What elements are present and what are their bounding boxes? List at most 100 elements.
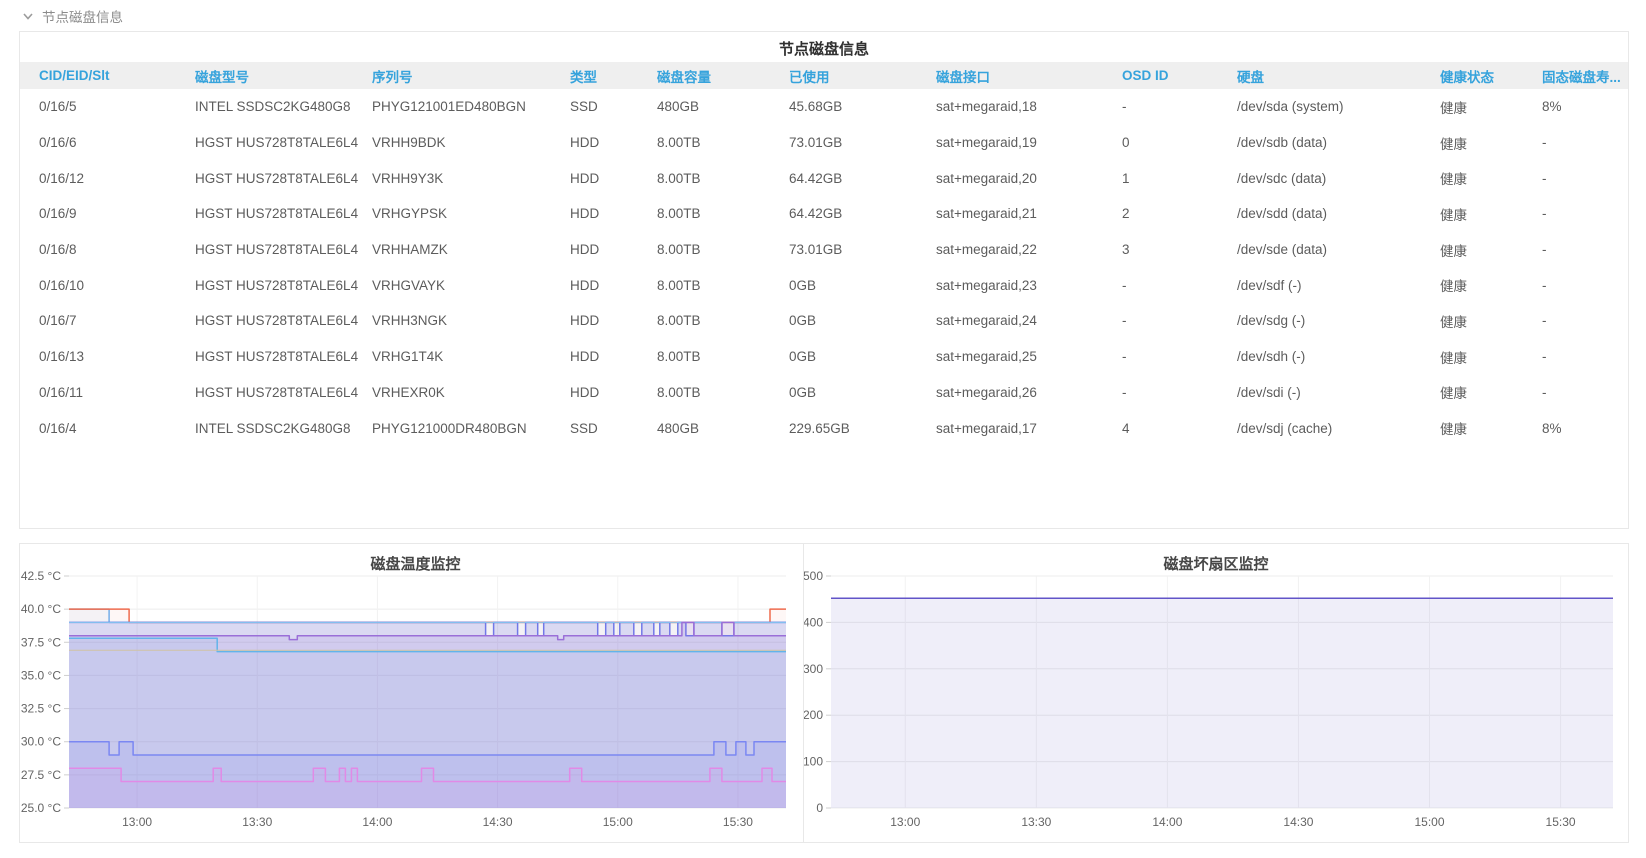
column-header-2: 序列号 (372, 62, 570, 89)
cell: VRHH3NGK (372, 313, 448, 329)
page: 节点磁盘信息 节点磁盘信息 CID/EID/Slt 磁盘型号 序列号 类型 磁盘容量 已使… (0, 0, 1646, 858)
cell: 0/16/8 (39, 242, 77, 258)
svg-text:14:30: 14:30 (1283, 815, 1313, 829)
cell: 8.00TB (657, 277, 701, 293)
column-header-1: 磁盘型号 (195, 62, 372, 89)
table-row: 0/16/11 HGST HUS728T8TALE6L4 VRHEXR0K HDD 8.… (20, 375, 1628, 411)
svg-text:13:00: 13:00 (890, 815, 920, 829)
cell: 健康 (1440, 279, 1467, 295)
column-header-8: 硬盘 (1237, 62, 1440, 89)
cell: HGST HUS728T8TALE6L4 (195, 242, 359, 258)
svg-text:400: 400 (804, 615, 823, 629)
disk-info-panel: 节点磁盘信息 CID/EID/Slt 磁盘型号 序列号 类型 磁盘容量 已使用 磁盘接口 OS… (19, 31, 1629, 529)
svg-text:15:30: 15:30 (723, 815, 753, 829)
cell: HGST HUS728T8TALE6L4 (195, 206, 359, 222)
cell: 73.01GB (789, 135, 843, 151)
cell: /dev/sdj (cache) (1237, 420, 1333, 436)
cell: VRHH9Y3K (372, 170, 444, 186)
cell: 0/16/7 (39, 313, 77, 329)
column-header-7: OSD ID (1122, 62, 1237, 89)
cell: 健康 (1440, 243, 1467, 259)
cell: - (1122, 384, 1127, 400)
svg-text:14:00: 14:00 (362, 815, 392, 829)
svg-text:25.0 °C: 25.0 °C (21, 801, 61, 815)
svg-text:32.5 °C: 32.5 °C (21, 702, 61, 716)
cell: HDD (570, 277, 600, 293)
cell: - (1542, 242, 1547, 258)
cell: sat+megaraid,22 (936, 242, 1037, 258)
cell: SSD (570, 99, 598, 115)
cell: sat+megaraid,19 (936, 135, 1037, 151)
cell: 64.42GB (789, 206, 843, 222)
cell: 0 (1122, 135, 1130, 151)
cell: sat+megaraid,23 (936, 277, 1037, 293)
table-row: 0/16/5 INTEL SSDSC2KG480G8 PHYG121001ED480… (20, 89, 1628, 125)
section-title[interactable]: 节点磁盘信息 (42, 6, 123, 26)
cell: 8.00TB (657, 384, 701, 400)
table-row: 0/16/4 INTEL SSDSC2KG480G8 PHYG121000DR480… (20, 410, 1628, 446)
cell: 64.42GB (789, 170, 843, 186)
cell: 8% (1542, 420, 1562, 436)
cell: 480GB (657, 420, 700, 436)
temperature-chart-panel: 磁盘温度监控 42.5 °C 40.0 °C 37.5 °C 35.0 °C 32.5 … (19, 543, 812, 843)
cell: /dev/sdb (data) (1237, 135, 1328, 151)
cell: 健康 (1440, 422, 1467, 438)
cell: /dev/sdc (data) (1237, 170, 1327, 186)
cell: /dev/sde (data) (1237, 242, 1328, 258)
cell: HGST HUS728T8TALE6L4 (195, 384, 359, 400)
cell: - (1542, 135, 1547, 151)
cell: HDD (570, 242, 600, 258)
cell: 480GB (657, 99, 700, 115)
cell: /dev/sda (system) (1237, 99, 1344, 115)
cell: SSD (570, 420, 598, 436)
cell: - (1542, 313, 1547, 329)
section-collapse-header[interactable]: 节点磁盘信息 (21, 6, 123, 26)
cell: - (1542, 349, 1547, 365)
cell: 8.00TB (657, 206, 701, 222)
svg-text:27.5 °C: 27.5 °C (21, 768, 61, 782)
cell: 0/16/12 (39, 170, 85, 186)
cell: 0GB (789, 349, 817, 365)
cell: 健康 (1440, 207, 1467, 223)
cell: /dev/sdf (-) (1237, 277, 1302, 293)
svg-text:13:30: 13:30 (1021, 815, 1051, 829)
cell: 健康 (1440, 350, 1467, 366)
cell: INTEL SSDSC2KG480G8 (195, 420, 351, 436)
table-row: 0/16/9 HGST HUS728T8TALE6L4 VRHGYPSK HDD 8.0… (20, 196, 1628, 232)
bad-sector-count-area (831, 598, 1613, 808)
cell: 8% (1542, 99, 1562, 115)
cell: 4 (1122, 420, 1130, 436)
column-header-0: CID/EID/Slt (20, 62, 195, 89)
svg-text:0: 0 (816, 801, 823, 815)
cell: 健康 (1440, 100, 1467, 116)
table-title: 节点磁盘信息 (778, 41, 869, 58)
cell: /dev/sdd (data) (1237, 206, 1328, 222)
table-row: 0/16/12 HGST HUS728T8TALE6L4 VRHH9Y3K HDD 8.… (20, 160, 1628, 196)
cell: 0GB (789, 277, 817, 293)
cell: HGST HUS728T8TALE6L4 (195, 349, 359, 365)
disk-temp-40-blue-line (69, 608, 786, 624)
cell: VRHEXR0K (372, 384, 445, 400)
cell: - (1122, 99, 1127, 115)
cell: - (1122, 349, 1127, 365)
svg-text:500: 500 (804, 569, 823, 583)
svg-text:35.0 °C: 35.0 °C (21, 668, 61, 682)
cell: 0/16/13 (39, 349, 85, 365)
cell: 0/16/4 (39, 420, 77, 436)
cell: - (1122, 313, 1127, 329)
svg-text:100: 100 (804, 755, 823, 769)
cell: HGST HUS728T8TALE6L4 (195, 277, 359, 293)
cell: 0/16/10 (39, 277, 85, 293)
chevron-down-icon[interactable] (21, 9, 35, 23)
cell: 0/16/6 (39, 135, 77, 151)
cell: PHYG121000DR480BGN (372, 420, 527, 436)
svg-text:15:00: 15:00 (1414, 815, 1444, 829)
cell: 8.00TB (657, 135, 701, 151)
cell: 8.00TB (657, 313, 701, 329)
cell: 45.68GB (789, 99, 843, 115)
cell: 3 (1122, 242, 1130, 258)
cell: 0GB (789, 384, 817, 400)
svg-text:15:00: 15:00 (603, 815, 633, 829)
column-header-9: 健康状态 (1440, 62, 1542, 89)
cell: /dev/sdh (-) (1237, 349, 1306, 365)
